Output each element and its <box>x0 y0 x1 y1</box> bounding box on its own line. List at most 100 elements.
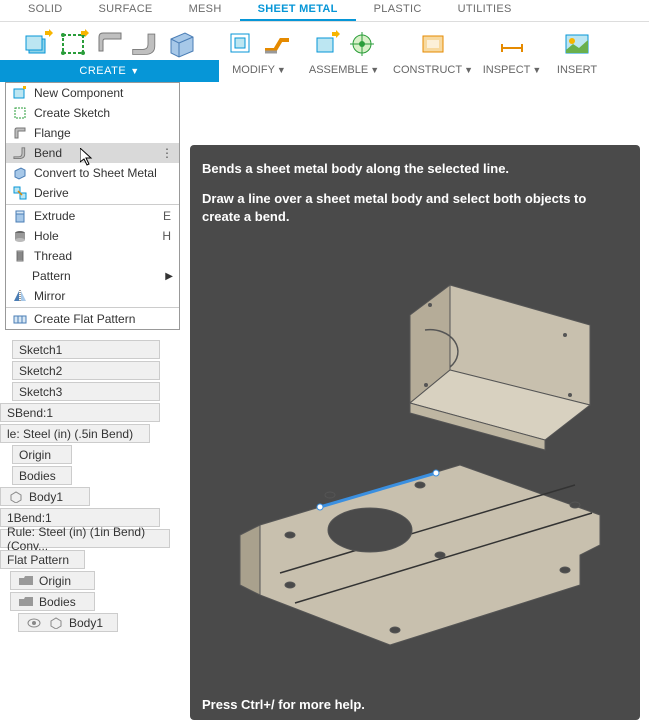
create-dropdown-button[interactable]: CREATE▼ <box>0 60 219 82</box>
bend-icon[interactable] <box>129 27 163 61</box>
thread-icon <box>12 248 28 264</box>
menu-label: New Component <box>34 86 123 100</box>
tree-rule1[interactable]: le: Steel (in) (.5in Bend) <box>0 424 150 443</box>
menu-shortcut: E <box>163 209 171 223</box>
menu-extrude[interactable]: Extrude E <box>6 206 179 226</box>
menu-label: Derive <box>34 186 69 200</box>
inspect-label: INSPECT <box>483 64 531 76</box>
tab-sheet-metal[interactable]: SHEET METAL <box>240 0 356 21</box>
convert-icon <box>12 165 28 181</box>
derive-icon <box>12 185 28 201</box>
tree-sketch2[interactable]: Sketch2 <box>12 361 160 380</box>
flange-icon[interactable] <box>93 27 127 61</box>
menu-label: Create Sketch <box>34 106 110 120</box>
flat-pattern-icon <box>12 311 28 327</box>
menu-label: Thread <box>34 249 72 263</box>
convert-sheet-metal-icon[interactable] <box>165 27 199 61</box>
modify-label: MODIFY <box>232 64 275 76</box>
assemble-label: ASSEMBLE <box>309 64 368 76</box>
menu-flange[interactable]: Flange <box>6 123 179 143</box>
bend-preview-illustration <box>220 265 620 665</box>
menu-new-component[interactable]: New Component <box>6 83 179 103</box>
menu-label: Bend <box>34 146 62 160</box>
construct-plane-icon[interactable] <box>416 27 450 61</box>
tooltip-title: Bends a sheet metal body along the selec… <box>202 161 628 176</box>
tab-utilities[interactable]: UTILITIES <box>440 0 530 21</box>
menu-mirror[interactable]: Mirror <box>6 286 179 306</box>
tree-bodies2[interactable]: Bodies <box>10 592 95 611</box>
create-dropdown-menu: New Component Create Sketch Flange Bend … <box>5 82 180 330</box>
tree-flat-pattern[interactable]: Flat Pattern <box>0 550 85 569</box>
menu-create-flat-pattern[interactable]: Create Flat Pattern <box>6 309 179 329</box>
flange-icon <box>12 125 28 141</box>
tab-plastic[interactable]: PLASTIC <box>356 0 440 21</box>
toolbar-group-modify: MODIFY▼ <box>219 22 299 82</box>
tooltip-footer: Press Ctrl+/ for more help. <box>202 697 365 712</box>
toolbar-group-inspect: INSPECT▼ <box>477 22 547 82</box>
toolbar-group-assemble: ASSEMBLE▼ <box>299 22 389 82</box>
inspect-dropdown[interactable]: INSPECT▼ <box>483 64 542 76</box>
menu-bend[interactable]: Bend ⋮ <box>6 143 179 163</box>
menu-label: Extrude <box>34 209 75 223</box>
menu-more-icon[interactable]: ⋮ <box>161 146 173 160</box>
bend-icon <box>12 145 28 161</box>
create-label: CREATE <box>79 65 126 77</box>
menu-hole[interactable]: Hole H <box>6 226 179 246</box>
menu-convert-sheet-metal[interactable]: Convert to Sheet Metal <box>6 163 179 183</box>
extrude-icon <box>12 208 28 224</box>
folder-icon <box>17 574 35 588</box>
modify-dropdown[interactable]: MODIFY▼ <box>232 64 286 76</box>
menu-label: Create Flat Pattern <box>34 312 135 326</box>
construct-label: CONSTRUCT <box>393 64 462 76</box>
hole-icon <box>12 228 28 244</box>
workspace-tabs: SOLID SURFACE MESH SHEET METAL PLASTIC U… <box>0 0 649 22</box>
new-component-assemble-icon[interactable] <box>309 27 343 61</box>
menu-pattern[interactable]: Pattern ▶ <box>6 266 179 286</box>
insert-dropdown[interactable]: INSERT <box>557 64 597 76</box>
body-icon <box>7 490 25 504</box>
tree-sketch1[interactable]: Sketch1 <box>12 340 160 359</box>
insert-icon[interactable] <box>560 27 594 61</box>
toolbar-group-construct: CONSTRUCT▼ <box>389 22 477 82</box>
tab-mesh[interactable]: MESH <box>171 0 240 21</box>
tree-origin2[interactable]: Origin <box>10 571 95 590</box>
press-pull-icon[interactable] <box>224 27 258 61</box>
menu-label: Flange <box>34 126 71 140</box>
menu-label: Convert to Sheet Metal <box>34 166 157 180</box>
create-sketch-icon[interactable] <box>57 27 91 61</box>
construct-dropdown[interactable]: CONSTRUCT▼ <box>393 64 473 76</box>
menu-label: Mirror <box>34 289 65 303</box>
tab-surface[interactable]: SURFACE <box>81 0 171 21</box>
mirror-icon <box>12 288 28 304</box>
tree-origin[interactable]: Origin <box>12 445 72 464</box>
browser-tree: Sketch1 Sketch2 Sketch3 SBend:1 le: Stee… <box>0 340 160 632</box>
unfold-icon[interactable] <box>260 27 294 61</box>
menu-shortcut: H <box>162 229 171 243</box>
tree-body1[interactable]: Body1 <box>0 487 90 506</box>
menu-label: Pattern <box>32 269 71 283</box>
menu-label: Hole <box>34 229 59 243</box>
body-icon <box>47 616 65 630</box>
tooltip-body: Draw a line over a sheet metal body and … <box>202 190 628 226</box>
create-sketch-icon <box>12 105 28 121</box>
joint-icon[interactable] <box>345 27 379 61</box>
new-component-icon <box>12 85 28 101</box>
tree-body1b[interactable]: Body1 <box>18 613 118 632</box>
insert-label: INSERT <box>557 64 597 76</box>
toolbar-group-insert: INSERT <box>547 22 607 82</box>
bend-tooltip-panel: Bends a sheet metal body along the selec… <box>190 145 640 720</box>
tree-sketch3[interactable]: Sketch3 <box>12 382 160 401</box>
tree-bodies[interactable]: Bodies <box>12 466 72 485</box>
measure-icon[interactable] <box>495 27 529 61</box>
submenu-arrow-icon: ▶ <box>165 271 173 282</box>
menu-derive[interactable]: Derive <box>6 183 179 203</box>
menu-thread[interactable]: Thread <box>6 246 179 266</box>
tree-rule2[interactable]: Rule: Steel (in) (1in Bend) (Conv... <box>0 529 170 548</box>
assemble-dropdown[interactable]: ASSEMBLE▼ <box>309 64 379 76</box>
visibility-icon[interactable] <box>25 616 43 630</box>
new-component-icon[interactable] <box>21 27 55 61</box>
folder-icon <box>17 595 35 609</box>
menu-create-sketch[interactable]: Create Sketch <box>6 103 179 123</box>
tree-sbend1[interactable]: SBend:1 <box>0 403 160 422</box>
tab-solid[interactable]: SOLID <box>10 0 81 21</box>
